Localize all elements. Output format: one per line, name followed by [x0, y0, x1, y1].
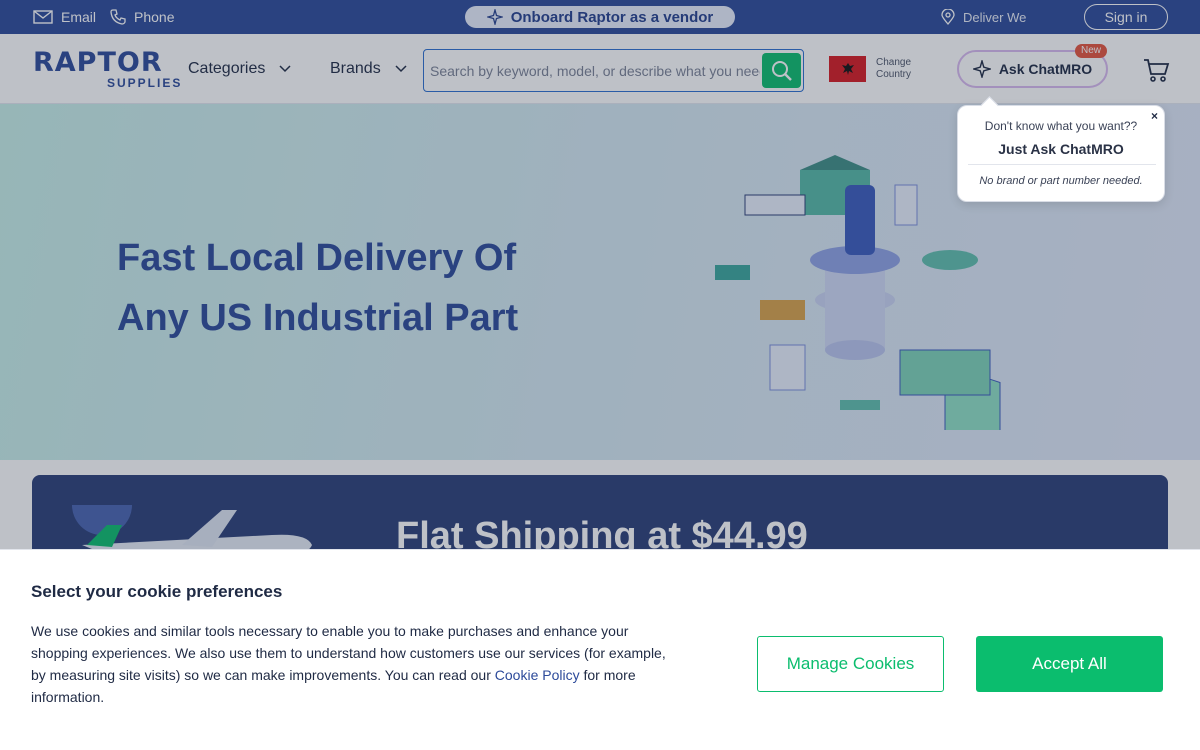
email-label: Email	[61, 9, 97, 25]
brands-menu[interactable]: Brands	[330, 34, 407, 104]
location-pin-icon	[941, 9, 955, 25]
cart-icon	[1144, 59, 1170, 82]
deliver-location[interactable]: Deliver We	[941, 0, 1026, 34]
raptor-logo[interactable]: RAPTOR SUPPLIES	[33, 47, 180, 90]
ask-chatmro-label: Ask ChatMRO	[998, 61, 1093, 77]
tooltip-divider	[968, 164, 1156, 165]
cookie-title: Select your cookie preferences	[31, 582, 283, 601]
phone-label: Phone	[134, 9, 175, 25]
logo-sub-text: SUPPLIES	[107, 76, 183, 90]
sparkle-icon	[972, 60, 991, 78]
tooltip-headline: Just Ask ChatMRO	[998, 141, 1124, 157]
tooltip-note: No brand or part number needed.	[979, 175, 1143, 187]
cart-button[interactable]	[1142, 56, 1170, 84]
new-badge: New	[1075, 44, 1108, 58]
search-input[interactable]	[430, 58, 760, 84]
main-header: RAPTOR SUPPLIES Categories Brands Change…	[0, 34, 1200, 104]
search-button[interactable]	[762, 53, 801, 88]
top-bar: Email Phone Onboard Raptor as a vendor D…	[0, 0, 1200, 34]
chatmro-tooltip: × Don't know what you want?? Just Ask Ch…	[957, 105, 1165, 202]
email-link[interactable]: Email	[33, 0, 96, 34]
logo-main-text: RAPTOR	[33, 47, 163, 78]
country-flag[interactable]	[829, 56, 866, 82]
cookie-banner: Select your cookie preferences We use co…	[0, 549, 1200, 750]
manage-cookies-button[interactable]: Manage Cookies	[757, 636, 944, 692]
change-country-link[interactable]: Change Country	[876, 57, 936, 81]
phone-link[interactable]: Phone	[110, 0, 174, 34]
chevron-down-icon	[279, 65, 291, 73]
accept-all-button[interactable]: Accept All	[976, 636, 1163, 692]
brands-label: Brands	[330, 60, 381, 77]
hero-title-line-2: Any US Industrial Part	[117, 297, 519, 339]
chevron-down-icon	[395, 65, 407, 73]
categories-label: Categories	[188, 60, 266, 77]
deliver-label: Deliver We	[963, 9, 1027, 25]
phone-icon	[110, 9, 126, 25]
mail-icon	[33, 10, 53, 24]
sign-in-button[interactable]: Sign in	[1084, 4, 1168, 30]
onboard-vendor-label: Onboard Raptor as a vendor	[510, 8, 714, 26]
search-icon	[771, 60, 792, 81]
categories-menu[interactable]: Categories	[188, 34, 291, 104]
search-box	[423, 49, 804, 92]
hero-title-line-1: Fast Local Delivery Of	[117, 237, 517, 279]
cookie-body: We use cookies and similar tools necessa…	[31, 620, 671, 708]
change-country-label-2: Country	[876, 69, 912, 80]
sparkle-icon	[486, 9, 503, 25]
onboard-vendor-button[interactable]: Onboard Raptor as a vendor	[465, 6, 735, 28]
cookie-policy-link[interactable]: Cookie Policy	[495, 667, 580, 683]
eagle-icon	[841, 63, 854, 75]
hero-title: Fast Local Delivery Of Any US Industrial…	[117, 228, 637, 348]
tooltip-question: Don't know what you want??	[984, 119, 1138, 133]
change-country-label-1: Change	[876, 57, 912, 68]
